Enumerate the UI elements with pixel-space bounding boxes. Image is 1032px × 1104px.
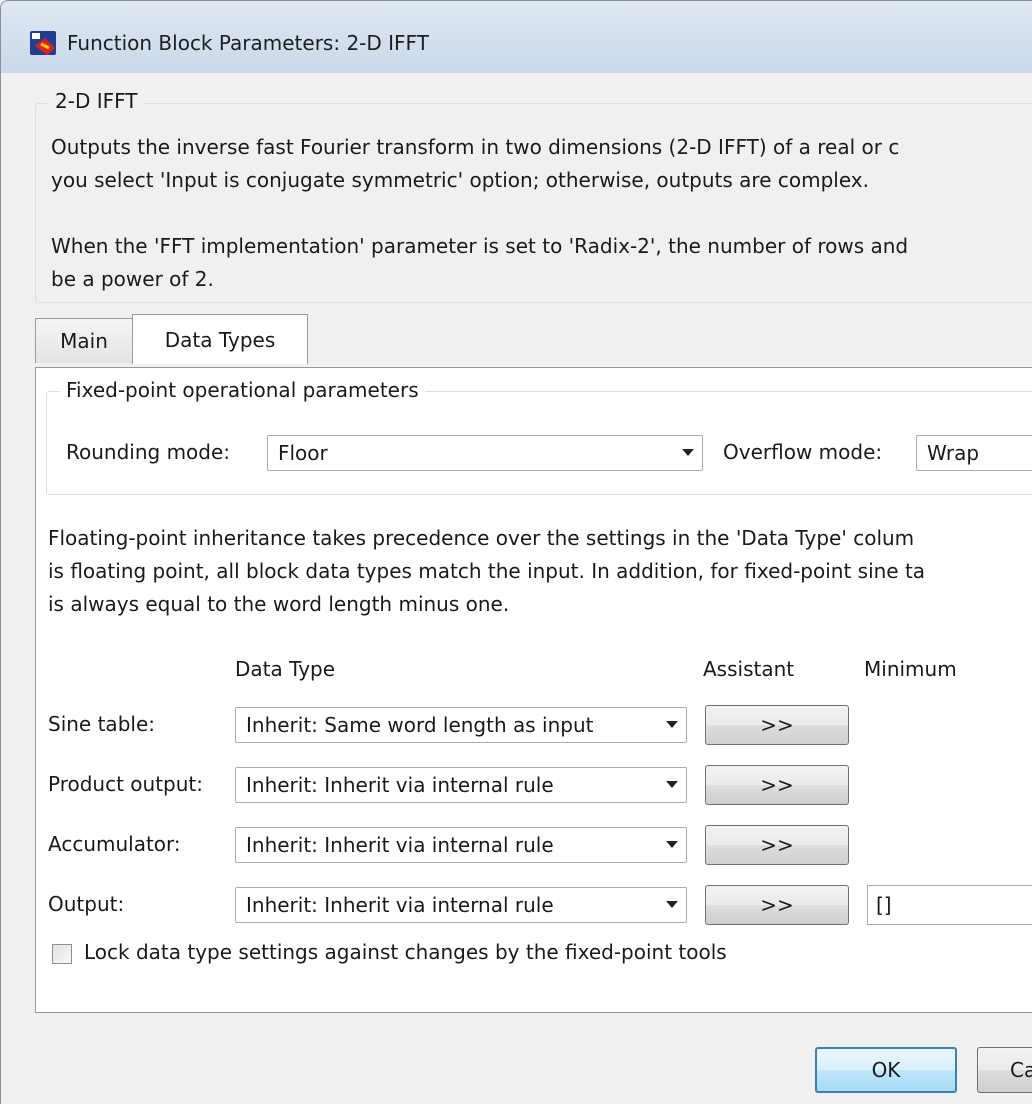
rounding-mode-value: Floor xyxy=(278,441,328,465)
description-line-5: be a power of 2. xyxy=(51,267,214,291)
accumulator-datatype-select[interactable]: Inherit: Inherit via internal rule xyxy=(235,827,687,863)
overflow-mode-label: Overflow mode: xyxy=(723,440,883,464)
cancel-button[interactable]: Ca xyxy=(977,1047,1032,1093)
overflow-mode-select[interactable]: Wrap xyxy=(916,435,1032,471)
accumulator-label: Accumulator: xyxy=(48,832,181,856)
chevron-down-icon xyxy=(666,721,678,728)
lock-datatype-label: Lock data type settings against changes … xyxy=(84,940,727,964)
product-output-assistant-button[interactable]: >> xyxy=(705,765,849,805)
chevron-down-icon xyxy=(682,449,694,456)
description-line-2: you select 'Input is conjugate symmetric… xyxy=(51,168,869,192)
accumulator-assistant-button[interactable]: >> xyxy=(705,825,849,865)
fixed-point-group-title: Fixed-point operational parameters xyxy=(60,378,425,402)
minimum-column-header: Minimum xyxy=(864,657,957,681)
assistant-column-header: Assistant xyxy=(703,657,795,681)
output-label: Output: xyxy=(48,892,125,916)
inheritance-note-line-1: Floating-point inheritance takes precede… xyxy=(48,526,915,550)
product-output-label: Product output: xyxy=(48,772,203,796)
title-bar[interactable]: Function Block Parameters: 2-D IFFT xyxy=(1,1,1032,73)
output-datatype-value: Inherit: Inherit via internal rule xyxy=(246,893,554,917)
inheritance-note-line-2: is floating point, all block data types … xyxy=(48,559,926,583)
chevron-down-icon xyxy=(666,781,678,788)
ok-button[interactable]: OK xyxy=(815,1047,957,1093)
chevron-down-icon xyxy=(666,901,678,908)
output-minimum-field[interactable]: [] xyxy=(867,885,1032,925)
lock-datatype-checkbox[interactable] xyxy=(52,944,72,964)
data-types-panel: Fixed-point operational parameters Round… xyxy=(35,367,1032,1013)
block-group-title: 2-D IFFT xyxy=(49,89,144,113)
description-line-1: Outputs the inverse fast Fourier transfo… xyxy=(51,135,900,159)
overflow-mode-value: Wrap xyxy=(927,441,980,465)
inheritance-note-line-3: is always equal to the word length minus… xyxy=(48,592,510,616)
chevron-down-icon xyxy=(666,841,678,848)
description-line-4: When the 'FFT implementation' parameter … xyxy=(51,234,909,258)
window-title: Function Block Parameters: 2-D IFFT xyxy=(67,31,429,55)
data-type-column-header: Data Type xyxy=(235,657,336,681)
tab-data-types[interactable]: Data Types xyxy=(132,314,308,364)
tab-main[interactable]: Main xyxy=(35,318,133,363)
sine-table-datatype-value: Inherit: Same word length as input xyxy=(246,713,594,737)
sine-table-datatype-select[interactable]: Inherit: Same word length as input xyxy=(235,707,687,743)
dialog-client-area: 2-D IFFT Outputs the inverse fast Fourie… xyxy=(15,73,1032,1104)
simulink-block-icon xyxy=(30,31,56,55)
sine-table-label: Sine table: xyxy=(48,712,155,736)
output-datatype-select[interactable]: Inherit: Inherit via internal rule xyxy=(235,887,687,923)
output-assistant-button[interactable]: >> xyxy=(705,885,849,925)
product-output-datatype-value: Inherit: Inherit via internal rule xyxy=(246,773,554,797)
dialog-window: Function Block Parameters: 2-D IFFT 2-D … xyxy=(0,0,1032,1104)
rounding-mode-label: Rounding mode: xyxy=(66,440,231,464)
sine-table-assistant-button[interactable]: >> xyxy=(705,705,849,745)
accumulator-datatype-value: Inherit: Inherit via internal rule xyxy=(246,833,554,857)
rounding-mode-select[interactable]: Floor xyxy=(267,435,703,471)
product-output-datatype-select[interactable]: Inherit: Inherit via internal rule xyxy=(235,767,687,803)
